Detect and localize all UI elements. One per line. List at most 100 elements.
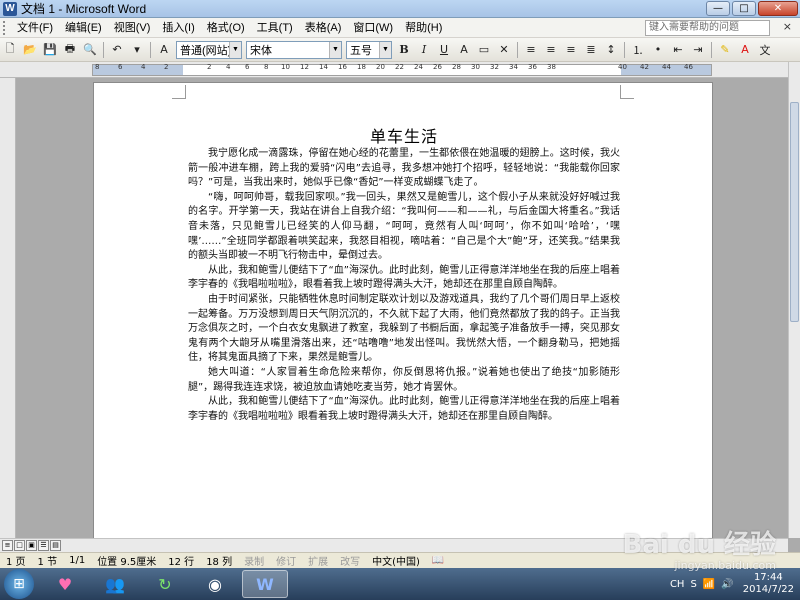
font-value: 宋体	[250, 44, 272, 57]
close-button[interactable]: ✕	[758, 1, 798, 16]
spell-check-icon[interactable]: 📖	[426, 555, 450, 566]
menu-format[interactable]: 格式(O)	[201, 18, 251, 38]
menu-bar: 文件(F) 编辑(E) 视图(V) 插入(I) 格式(O) 工具(T) 表格(A…	[0, 18, 800, 38]
highlight-icon[interactable]: ✎	[716, 41, 734, 59]
bold-button[interactable]: B	[395, 41, 413, 59]
new-document-icon[interactable]: 🗋	[1, 41, 19, 59]
document-area[interactable]: 单车生活 我宁愿化成一滴露珠，停留在她心经的花蕾里，一生都依偎在她温暖的翅膀上。…	[16, 78, 788, 538]
status-pages: 1/1	[69, 555, 86, 566]
document-title[interactable]: 单车生活	[94, 123, 714, 147]
print-view-icon[interactable]: ▣	[26, 540, 37, 551]
document-close-icon[interactable]: ×	[783, 20, 792, 33]
chevron-down-icon[interactable]: ▼	[379, 41, 391, 58]
menu-insert[interactable]: 插入(I)	[156, 18, 200, 38]
vertical-scrollbar[interactable]	[788, 62, 800, 538]
view-buttons: ≡ □ ▣ ☰ ▤	[2, 540, 61, 551]
paragraph[interactable]: 由于时间紧张，只能牺牲休息时间制定联欢计划以及游戏道具，我约了几个哥们周日早上返…	[188, 293, 620, 366]
menu-table[interactable]: 表格(A)	[299, 18, 348, 38]
menu-help[interactable]: 帮助(H)	[399, 18, 448, 38]
status-page: 1 页	[6, 557, 26, 568]
watermark-sub: jingyan.baidu.com	[674, 559, 776, 572]
line-spacing-icon[interactable]: ↕	[602, 41, 620, 59]
word-app-icon[interactable]: W	[3, 1, 17, 16]
refresh-icon[interactable]: ↻	[142, 570, 188, 598]
language-indicator[interactable]: CH	[670, 579, 685, 590]
status-extend[interactable]: 扩展	[302, 553, 334, 568]
menu-view[interactable]: 视图(V)	[108, 18, 157, 38]
document-body[interactable]: 我宁愿化成一滴露珠，停留在她心经的花蕾里，一生都依偎在她温暖的翅膀上。这时候，我…	[188, 147, 620, 424]
document-page[interactable]: 单车生活 我宁愿化成一滴露珠，停留在她心经的花蕾里，一生都依偎在她温暖的翅膀上。…	[93, 82, 713, 538]
ruler-tick-label: 28	[452, 63, 461, 71]
increase-indent-icon[interactable]: ⇥	[689, 41, 707, 59]
start-button[interactable]: ⊞	[4, 569, 34, 599]
toolbar-separator	[517, 41, 518, 58]
window-titlebar[interactable]: W 文档 1 - Microsoft Word — □ ✕	[0, 0, 800, 18]
font-size-dropdown[interactable]: 五号 ▼	[346, 40, 392, 59]
minimize-button[interactable]: —	[706, 1, 730, 16]
clock[interactable]: 17:44 2014/7/22	[743, 572, 794, 596]
save-icon[interactable]: 💾	[41, 41, 59, 59]
decrease-indent-icon[interactable]: ⇤	[669, 41, 687, 59]
font-dropdown[interactable]: 宋体 ▼	[246, 40, 342, 59]
paragraph[interactable]: 我宁愿化成一滴露珠，停留在她心经的花蕾里，一生都依偎在她温暖的翅膀上。这时候，我…	[188, 147, 620, 191]
underline-button[interactable]: U	[435, 41, 453, 59]
menubar-grip[interactable]	[3, 20, 7, 35]
numbering-icon[interactable]: ⒈	[629, 41, 647, 59]
media-icon[interactable]: ◉	[192, 570, 238, 598]
font-size-value: 五号	[350, 44, 372, 57]
menu-tools[interactable]: 工具(T)	[251, 18, 299, 38]
horizontal-ruler[interactable]: 8 6 4 2 2 4 6 8 10 12 14 16 18 20 22 24 …	[0, 62, 800, 78]
outline-view-icon[interactable]: ☰	[38, 540, 49, 551]
open-folder-icon[interactable]: 📂	[21, 41, 39, 59]
users-icon[interactable]: 👥	[92, 570, 138, 598]
maximize-button[interactable]: □	[732, 1, 756, 16]
ime-icon[interactable]: S	[690, 579, 696, 590]
print-icon[interactable]: 🖶	[61, 41, 79, 59]
italic-button[interactable]: I	[415, 41, 433, 59]
status-overtype[interactable]: 改写	[334, 553, 366, 568]
ruler-tick-label: 46	[684, 63, 693, 71]
normal-view-icon[interactable]: ≡	[2, 540, 13, 551]
scrollbar-thumb[interactable]	[790, 102, 799, 322]
menu-window[interactable]: 窗口(W)	[347, 18, 399, 38]
print-preview-icon[interactable]: 🔍	[81, 41, 99, 59]
char-scale-icon[interactable]: ✕	[495, 41, 513, 59]
paragraph[interactable]: 从此，我和鲍雪儿便结下了“血”海深仇。此时此刻，鲍雪儿正得意洋洋地坐在我的后座上…	[188, 395, 620, 424]
help-search-input[interactable]: 键入需要帮助的问题	[645, 20, 770, 36]
paragraph[interactable]: 从此，我和鲍雪儿便结下了“血”海深仇。此时此刻，鲍雪儿正得意洋洋地坐在我的后座上…	[188, 264, 620, 293]
style-dropdown[interactable]: 普通(网站) ▼	[176, 40, 242, 59]
word-icon[interactable]: W	[242, 570, 288, 598]
align-center-icon[interactable]: ≡	[542, 41, 560, 59]
phonetic-guide-icon[interactable]: 文	[756, 41, 774, 59]
ie-icon[interactable]: ♥	[42, 570, 88, 598]
paragraph[interactable]: 她大叫道：“人家冒着生命危险来帮你，你反倒恩将仇报。”说着她也使出了绝技“加影随…	[188, 366, 620, 395]
char-border-icon[interactable]: ▭	[475, 41, 493, 59]
font-color-icon[interactable]: A	[736, 41, 754, 59]
styles-pane-icon[interactable]: A	[155, 41, 173, 59]
status-language[interactable]: 中文(中国)	[366, 553, 426, 568]
ruler-tick-label: 20	[376, 63, 385, 71]
ruler-tick-label: 4	[226, 63, 231, 71]
undo-icon[interactable]: ↶	[108, 41, 126, 59]
network-icon[interactable]: 📶	[703, 579, 715, 590]
web-view-icon[interactable]: □	[14, 540, 25, 551]
status-rec[interactable]: 录制	[238, 553, 270, 568]
vertical-ruler[interactable]	[0, 78, 16, 538]
justify-icon[interactable]: ≣	[582, 41, 600, 59]
status-track-changes[interactable]: 修订	[270, 553, 302, 568]
chevron-down-icon[interactable]: ▼	[329, 41, 341, 58]
paragraph[interactable]: “嗨，呵呵帅哥，载我回家呗。”我一回头，果然又是鲍雪儿，这个假小子从来就没好好喊…	[188, 191, 620, 264]
clock-time: 17:44	[753, 572, 783, 583]
watermark-main: Bai du 经验	[622, 530, 777, 560]
font-grow-button[interactable]: A	[455, 41, 473, 59]
bullets-icon[interactable]: •	[649, 41, 667, 59]
align-right-icon[interactable]: ≡	[562, 41, 580, 59]
undo-dropdown-icon[interactable]: ▾	[128, 41, 146, 59]
menu-edit[interactable]: 编辑(E)	[59, 18, 108, 38]
clock-date: 2014/7/22	[742, 584, 794, 595]
align-left-icon[interactable]: ≡	[522, 41, 540, 59]
menu-file[interactable]: 文件(F)	[11, 18, 59, 38]
volume-icon[interactable]: 🔊	[721, 579, 733, 590]
chevron-down-icon[interactable]: ▼	[229, 41, 241, 58]
reading-view-icon[interactable]: ▤	[50, 540, 61, 551]
